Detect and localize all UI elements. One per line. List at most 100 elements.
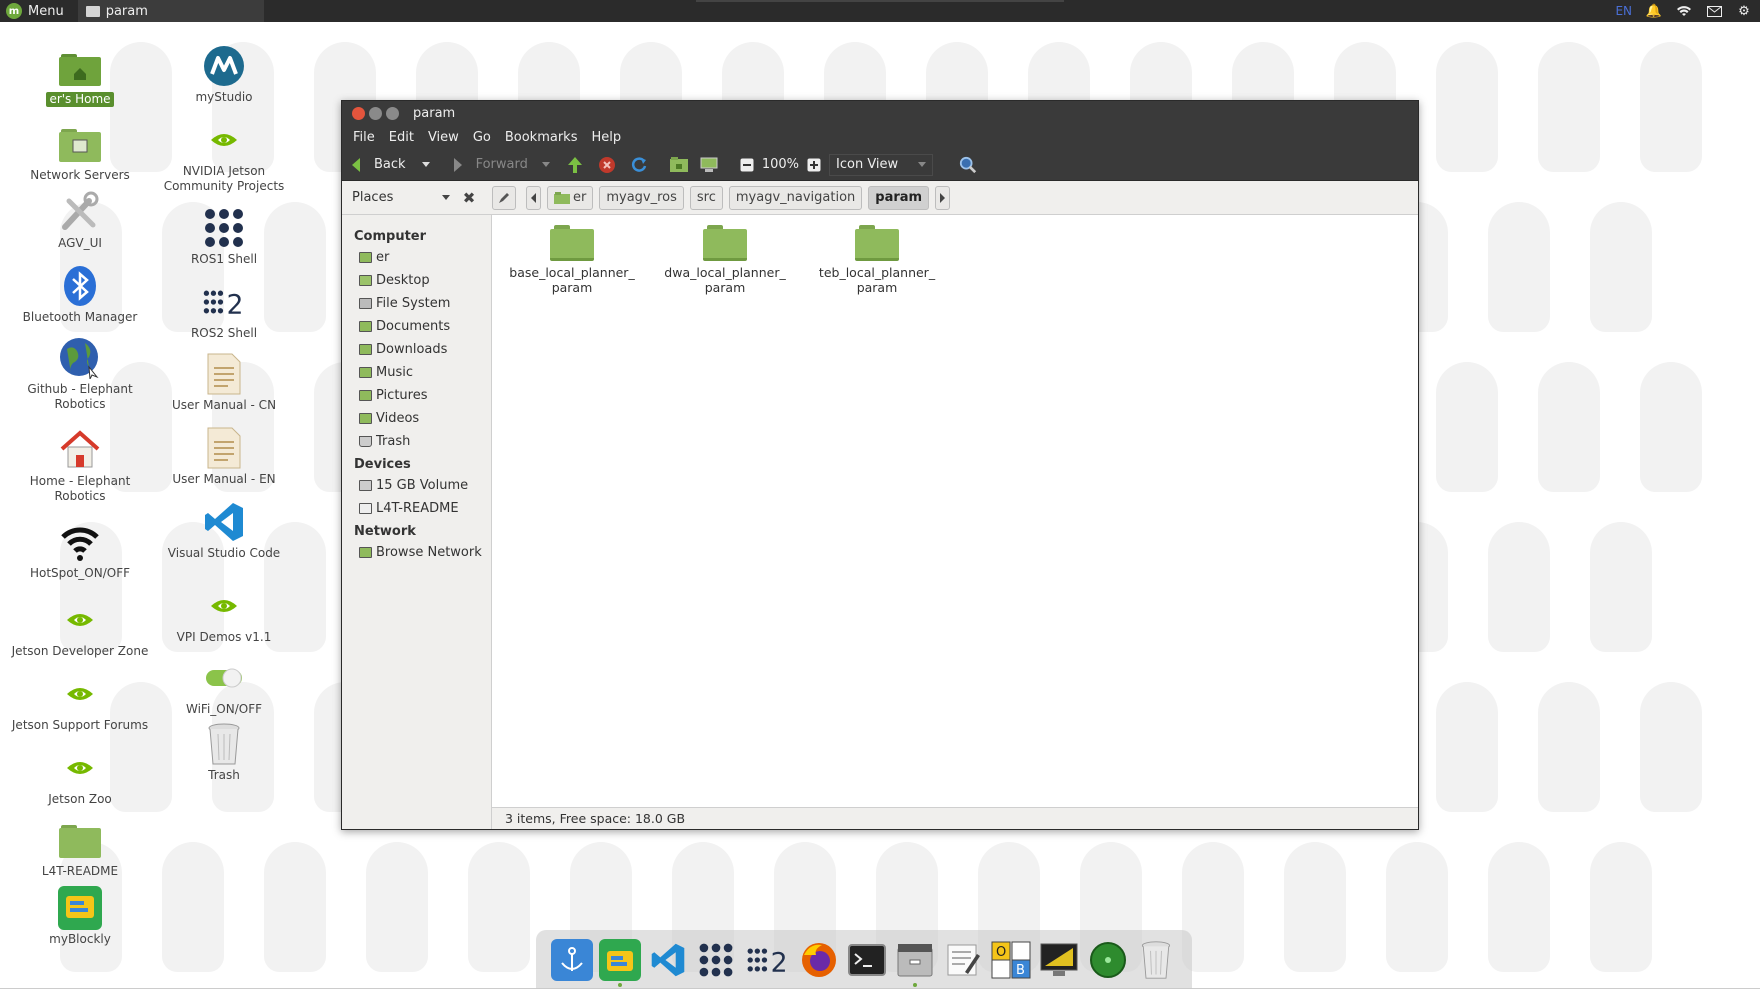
- nvidia-icon: [202, 118, 246, 162]
- file-view[interactable]: base_local_planner_ param dwa_local_plann…: [492, 215, 1418, 829]
- file-manager-icon[interactable]: [894, 939, 936, 987]
- forward-button[interactable]: Forward: [450, 157, 532, 172]
- ros2-icon[interactable]: 2: [744, 939, 792, 981]
- menu-view[interactable]: View: [421, 130, 466, 145]
- reload-icon[interactable]: [630, 156, 648, 174]
- vscode-icon[interactable]: [647, 939, 689, 981]
- text-editor-icon[interactable]: [942, 939, 984, 981]
- sidebar-mode-select[interactable]: Places: [348, 186, 454, 210]
- maximize-window-button[interactable]: [386, 106, 399, 120]
- path-scroll-left-button[interactable]: [526, 185, 541, 210]
- panel-divider: [696, 0, 1064, 2]
- desktop-icon-home[interactable]: er's Home: [10, 46, 150, 107]
- menu-file[interactable]: File: [346, 130, 382, 145]
- desktop-icon-github-elephant[interactable]: Github - Elephant Robotics: [10, 336, 150, 412]
- search-icon[interactable]: [959, 156, 977, 174]
- view-mode-select[interactable]: Icon View: [829, 153, 934, 176]
- green-circle-icon[interactable]: [1087, 939, 1129, 981]
- desktop-icon-vscode[interactable]: Visual Studio Code: [154, 500, 294, 561]
- desktop-icon-myblockly[interactable]: myBlockly: [10, 886, 150, 947]
- close-window-button[interactable]: [352, 106, 365, 120]
- desktop-icon-jetson-zoo[interactable]: Jetson Zoo: [10, 746, 150, 807]
- sidebar-item-15gb-volume[interactable]: 15 GB Volume: [342, 474, 491, 497]
- desktop-icon-label: NVIDIA Jetson Community Projects: [163, 164, 285, 193]
- mail-icon[interactable]: [1706, 4, 1722, 18]
- desktop-icon-agv-ui[interactable]: AGV_UI: [10, 190, 150, 251]
- sidebar-item-downloads[interactable]: Downloads: [342, 338, 491, 361]
- menu-help[interactable]: Help: [584, 130, 628, 145]
- path-segment-param[interactable]: param: [868, 185, 930, 210]
- desktop-icon-bluetooth[interactable]: Bluetooth Manager: [10, 264, 150, 325]
- desktop-icon-hotspot[interactable]: HotSpot_ON/OFF: [10, 520, 150, 581]
- desktop-icon-mystudio[interactable]: myStudio: [154, 44, 294, 105]
- notification-bell-icon[interactable]: 🔔: [1646, 4, 1662, 19]
- desktop-icon-ros1[interactable]: ROS1 Shell: [154, 206, 294, 267]
- desktop-icon-manual-en[interactable]: User Manual - EN: [154, 426, 294, 487]
- up-arrow-icon[interactable]: [566, 156, 584, 174]
- nvidia-icon: [58, 598, 102, 642]
- desktop-icon-network-servers[interactable]: Network Servers: [10, 122, 150, 183]
- desktop-icon-manual-cn[interactable]: User Manual - CN: [154, 352, 294, 413]
- folder-item[interactable]: dwa_local_planner_ param: [655, 225, 795, 295]
- folder-item[interactable]: teb_local_planner_ param: [807, 225, 947, 295]
- folder-item[interactable]: base_local_planner_ param: [502, 225, 642, 295]
- desktop-icon-ros2[interactable]: 2 ROS2 Shell: [154, 280, 294, 341]
- home-folder-icon[interactable]: [669, 156, 688, 174]
- sidebar-item-music[interactable]: Music: [342, 361, 491, 384]
- sidebar-item-videos[interactable]: Videos: [342, 407, 491, 430]
- anchor-icon[interactable]: [551, 938, 594, 981]
- menu-button[interactable]: m Menu: [0, 0, 72, 22]
- sidebar-item-l4t-readme[interactable]: L4T-README: [342, 497, 491, 520]
- desktop-icon-l4t-readme[interactable]: L4T-README: [10, 818, 150, 879]
- forward-history-dropdown[interactable]: [541, 162, 550, 167]
- ob-icon[interactable]: OB: [990, 939, 1032, 981]
- path-scroll-right-button[interactable]: [935, 185, 951, 210]
- desktop-icon-jetson-dev-zone[interactable]: Jetson Developer Zone: [10, 598, 150, 659]
- toggle-location-entry-button[interactable]: [492, 185, 516, 210]
- keyboard-layout[interactable]: EN: [1615, 4, 1632, 18]
- zoom-in-icon[interactable]: [805, 156, 823, 174]
- close-sidebar-icon[interactable]: ✖: [460, 189, 478, 207]
- files-icon[interactable]: [599, 938, 642, 987]
- minimize-window-button[interactable]: [369, 106, 382, 120]
- back-history-dropdown[interactable]: [421, 162, 430, 167]
- ros1-icon[interactable]: [695, 939, 737, 981]
- location-bar: Places ✖ er myagv_ros src myagv_navigati…: [342, 181, 1418, 215]
- desktop-icon-home-elephant[interactable]: Home - Elephant Robotics: [10, 428, 150, 504]
- desktop-icon-vpi-demos[interactable]: VPI Demos v1.1: [154, 584, 294, 645]
- desktop-icon-nvidia-community[interactable]: NVIDIA Jetson Community Projects: [154, 118, 294, 194]
- settings-gear-icon[interactable]: ⚙: [1736, 4, 1752, 19]
- desktop-icon-label: Home - Elephant Robotics: [29, 474, 131, 503]
- sidebar-item-documents[interactable]: Documents: [342, 315, 491, 338]
- path-segment-myagv-ros[interactable]: myagv_ros: [599, 185, 684, 210]
- sidebar-item-browse-network[interactable]: Browse Network: [342, 541, 491, 564]
- desktop-icon-jetson-forums[interactable]: Jetson Support Forums: [10, 672, 150, 733]
- back-button[interactable]: Back: [348, 157, 410, 172]
- menu-edit[interactable]: Edit: [382, 130, 421, 145]
- sidebar-item-pictures[interactable]: Pictures: [342, 384, 491, 407]
- path-segment-src[interactable]: src: [689, 185, 723, 210]
- terminal-icon[interactable]: [846, 939, 888, 981]
- computer-icon[interactable]: [700, 156, 718, 174]
- stop-icon[interactable]: [598, 156, 616, 174]
- sidebar-item-trash[interactable]: Trash: [342, 430, 491, 453]
- menu-go[interactable]: Go: [466, 130, 498, 145]
- window-titlebar[interactable]: param: [342, 101, 1418, 125]
- sidebar-item-home[interactable]: er: [342, 246, 491, 269]
- sidebar-item-desktop[interactable]: Desktop: [342, 269, 491, 292]
- folder-icon: [85, 5, 100, 17]
- firefox-icon[interactable]: [798, 939, 840, 981]
- sidebar-item-filesystem[interactable]: File System: [342, 292, 491, 315]
- taskbar-window-button[interactable]: param: [77, 0, 264, 22]
- forward-label: Forward: [475, 157, 528, 172]
- path-segment-home[interactable]: er: [547, 185, 594, 210]
- wifi-icon[interactable]: [1676, 4, 1692, 18]
- desktop-icon: [359, 275, 372, 286]
- monitor-icon[interactable]: [1038, 939, 1080, 981]
- desktop-icon-wifi-toggle[interactable]: WiFi_ON/OFF: [154, 656, 294, 717]
- trash-icon[interactable]: [1135, 939, 1177, 981]
- zoom-out-icon[interactable]: [738, 156, 756, 174]
- menu-bookmarks[interactable]: Bookmarks: [498, 130, 585, 145]
- desktop-icon-trash[interactable]: Trash: [154, 722, 294, 783]
- path-segment-myagv-navigation[interactable]: myagv_navigation: [728, 185, 863, 210]
